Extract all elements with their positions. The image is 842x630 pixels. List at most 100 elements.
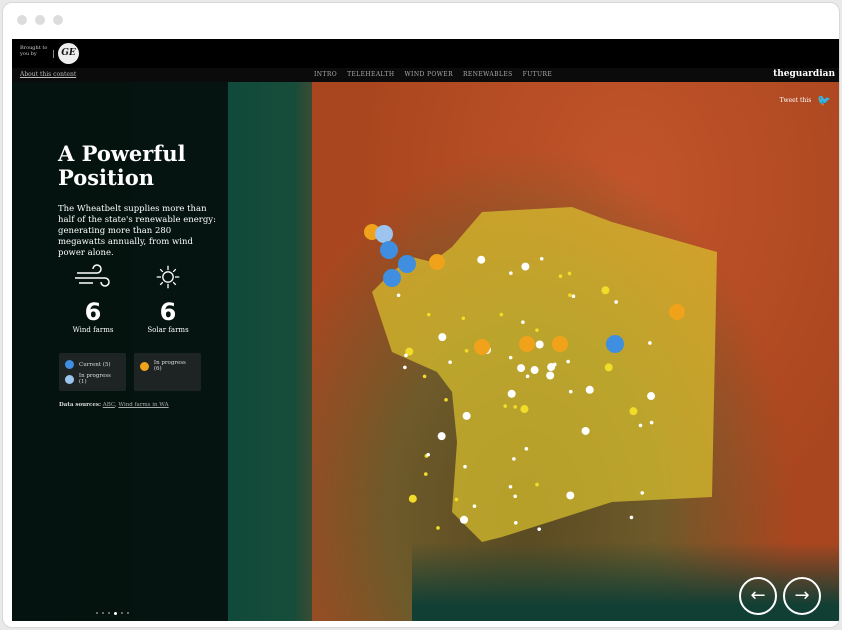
- town-marker: [567, 271, 572, 276]
- town-marker: [539, 256, 544, 261]
- nav-intro[interactable]: INTRO: [314, 71, 337, 78]
- town-marker: [403, 365, 407, 370]
- page-dot[interactable]: [102, 612, 104, 614]
- town-marker: [462, 411, 471, 420]
- wind-farm-marker: [606, 335, 624, 353]
- town-marker: [508, 484, 513, 489]
- top-bar: Brought to you by GE: [12, 39, 839, 68]
- solar-legend: In progress (6): [134, 353, 201, 391]
- source-link-abc[interactable]: ABC: [103, 402, 115, 408]
- in-progress-dot: [65, 374, 74, 384]
- about-link[interactable]: About this content: [20, 71, 76, 78]
- town-marker: [604, 363, 613, 372]
- prev-button[interactable]: ←: [739, 577, 777, 615]
- legend-label: In progress (6): [153, 360, 186, 372]
- page-dot[interactable]: [108, 612, 110, 614]
- solar-farm-marker: [552, 336, 568, 352]
- town-marker: [499, 312, 504, 317]
- nav-future[interactable]: FUTURE: [523, 71, 553, 78]
- slide-pager: [96, 612, 129, 615]
- wind-legend: Current (5) In progress (1): [59, 353, 126, 391]
- solar-label: Solar farms: [147, 326, 189, 334]
- town-marker: [508, 355, 513, 360]
- town-marker: [507, 389, 516, 398]
- nav-telehealth[interactable]: TELEHEALTH: [347, 71, 394, 78]
- nav-bar: About this content INTRO TELEHEALTH WIND…: [12, 68, 839, 82]
- town-marker: [566, 491, 575, 500]
- town-marker: [614, 300, 618, 304]
- page-dot[interactable]: [127, 612, 129, 614]
- sun-icon: [156, 265, 180, 289]
- next-button[interactable]: →: [783, 577, 821, 615]
- town-marker: [437, 432, 446, 441]
- page: Brought to you by GE About this content …: [12, 39, 839, 621]
- town-marker: [477, 255, 486, 264]
- town-marker: [524, 446, 529, 451]
- town-marker: [517, 364, 526, 373]
- town-marker: [629, 515, 634, 520]
- current-dot: [65, 360, 74, 369]
- solar-farm-marker: [474, 339, 490, 355]
- page-dot-active[interactable]: [114, 612, 117, 615]
- town-marker: [513, 520, 518, 525]
- town-marker: [472, 504, 477, 508]
- town-marker: [546, 371, 555, 380]
- data-sources: Data sources: ABC, Wind farms in WA: [59, 402, 169, 408]
- wind-farm-marker: [398, 255, 416, 273]
- town-marker: [629, 407, 638, 416]
- town-marker: [464, 348, 469, 353]
- window-controls: [17, 15, 63, 25]
- solar-count: 6: [159, 298, 177, 326]
- panel-title: A Powerful Position: [58, 141, 186, 190]
- panel-intro: The Wheatbelt supplies more than half of…: [58, 204, 216, 258]
- wind-label: Wind farms: [72, 326, 114, 334]
- town-marker: [568, 293, 572, 297]
- town-marker: [648, 341, 652, 345]
- town-marker: [463, 464, 467, 469]
- solar-farm-marker: [429, 254, 445, 270]
- nav-renewables[interactable]: RENEWABLES: [463, 71, 513, 78]
- town-marker: [513, 494, 517, 499]
- town-marker: [520, 405, 529, 414]
- town-marker: [461, 316, 466, 321]
- town-marker: [438, 333, 447, 342]
- maximize-dot[interactable]: [53, 15, 63, 25]
- tweet-label: Tweet this: [779, 97, 812, 104]
- guardian-logo[interactable]: theguardian: [773, 69, 835, 79]
- town-marker: [509, 271, 513, 275]
- town-marker: [454, 497, 459, 502]
- legend-current: Current (5): [65, 360, 120, 369]
- town-marker: [530, 366, 539, 375]
- info-panel: A Powerful Position The Wheatbelt suppli…: [12, 82, 228, 621]
- town-marker: [460, 515, 469, 524]
- town-marker: [581, 426, 590, 435]
- tweet-button[interactable]: Tweet this 🐦: [780, 94, 831, 107]
- legend-label: Current (5): [79, 361, 111, 368]
- close-dot[interactable]: [17, 15, 27, 25]
- town-marker: [638, 423, 643, 428]
- solar-dot: [140, 361, 149, 371]
- town-marker: [647, 392, 656, 401]
- page-dot[interactable]: [121, 612, 123, 614]
- wheatbelt-region: [372, 207, 717, 542]
- solar-farm-marker: [669, 304, 685, 320]
- town-marker: [404, 353, 408, 358]
- town-marker: [535, 328, 539, 332]
- town-marker: [521, 320, 525, 324]
- wind-farm-marker: [375, 225, 393, 243]
- minimize-dot[interactable]: [35, 15, 45, 25]
- town-marker: [513, 405, 517, 409]
- town-marker: [423, 472, 428, 476]
- town-marker: [558, 274, 563, 278]
- ge-logo[interactable]: GE: [58, 43, 79, 64]
- wind-icon: [75, 264, 110, 287]
- nav-wind-power[interactable]: WIND POWER: [404, 71, 453, 78]
- source-link-wind-farms[interactable]: Wind farms in WA: [118, 402, 168, 408]
- town-marker: [601, 286, 610, 295]
- town-marker: [503, 404, 507, 408]
- wind-farm-marker: [380, 241, 398, 259]
- town-marker: [640, 491, 645, 495]
- twitter-icon: 🐦: [817, 94, 831, 107]
- page-dot[interactable]: [96, 612, 98, 614]
- town-marker: [571, 294, 576, 299]
